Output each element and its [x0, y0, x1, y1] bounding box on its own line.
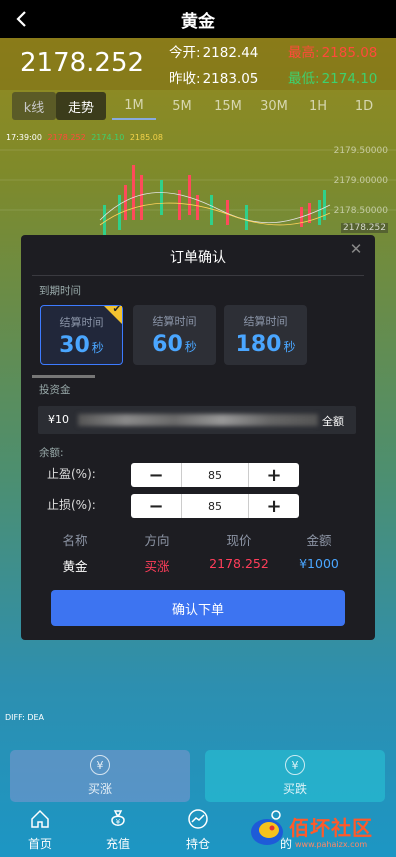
stop-loss-label: 止损(%):: [47, 498, 96, 512]
plus-button[interactable]: +: [249, 494, 299, 518]
order-name: 黄金: [62, 559, 88, 574]
balance-label: 余额:: [39, 447, 64, 459]
low-stat: 最低: 2174.10: [288, 71, 378, 87]
prev-close-stat: 昨收: 2183.05: [169, 71, 259, 87]
order-direction: 买涨: [144, 559, 170, 574]
buy-down-button[interactable]: ¥ 买跌: [205, 750, 385, 802]
top-bar: 黄金: [0, 0, 396, 38]
tab-30m[interactable]: 30M: [252, 92, 296, 120]
all-amount-button[interactable]: 全额: [322, 413, 344, 429]
col-header-amount: 金额: [306, 533, 332, 548]
svg-text:¥: ¥: [116, 818, 121, 826]
confirm-order-button[interactable]: 确认下单: [51, 590, 345, 626]
amount-label: 投资金: [39, 384, 71, 396]
back-arrow-icon[interactable]: [8, 6, 34, 32]
expiry-option-30[interactable]: 结算时间 30 秒 ✔: [40, 304, 123, 365]
high-stat: 最高: 2185.08: [288, 45, 378, 61]
chart-icon: [188, 809, 208, 829]
watermark-icon: [251, 819, 283, 845]
price-panel: 2178.252 今开: 2182.44 最高: 2185.08 昨收: 2183.0…: [0, 38, 396, 90]
order-amount: ¥1000: [299, 556, 339, 571]
nav-deposit[interactable]: ¥ 充值: [88, 808, 148, 856]
blurred-value: [78, 414, 318, 426]
yen-icon: ¥: [90, 755, 110, 775]
chart-info-line: 17:39:00 2178.252 2174.10 2185.08: [6, 133, 163, 142]
price-chart: 2179.50000 2179.00000 2178.50000 2178.25…: [0, 125, 396, 245]
minus-button[interactable]: −: [131, 463, 181, 487]
money-bag-icon: ¥: [111, 810, 125, 826]
divider: [32, 275, 364, 276]
col-header-price: 现价: [226, 533, 252, 548]
take-profit-label: 止盈(%):: [47, 467, 96, 481]
page-title: 黄金: [181, 11, 215, 32]
diff-indicator: DIFF: DEA: [5, 713, 45, 722]
expiry-option-180[interactable]: 结算时间 180 秒: [224, 305, 307, 365]
take-profit-stepper: − 85 +: [131, 463, 299, 487]
stop-loss-value[interactable]: 85: [181, 494, 249, 518]
take-profit-value[interactable]: 85: [181, 463, 249, 487]
progress-indicator: [32, 375, 95, 378]
nav-positions[interactable]: 持仓: [168, 808, 228, 856]
tab-kline[interactable]: k线: [12, 92, 56, 120]
check-icon: ✔: [112, 304, 121, 315]
minus-button[interactable]: −: [131, 494, 181, 518]
tab-trend[interactable]: 走势: [56, 92, 106, 120]
tab-5m[interactable]: 5M: [160, 92, 204, 120]
period-tabs: k线 走势 1M 5M 15M 30M 1H 1D: [8, 92, 394, 122]
tab-1h[interactable]: 1H: [298, 92, 338, 120]
dialog-title: 订单确认: [170, 250, 226, 266]
tab-1m[interactable]: 1M: [112, 92, 156, 120]
col-header-name: 名称: [62, 533, 88, 548]
nav-home[interactable]: 首页: [10, 808, 70, 856]
open-stat: 今开: 2182.44: [169, 45, 259, 61]
axis-label: 2179.00000: [333, 176, 388, 186]
tab-1d[interactable]: 1D: [344, 92, 384, 120]
home-icon: [31, 809, 49, 828]
buy-up-button[interactable]: ¥ 买涨: [10, 750, 190, 802]
current-price: 2178.252: [20, 48, 145, 78]
amount-input[interactable]: ¥10 全额: [38, 406, 356, 434]
yen-icon: ¥: [285, 755, 305, 775]
expiry-option-60[interactable]: 结算时间 60 秒: [133, 305, 216, 365]
expiry-label: 到期时间: [39, 285, 81, 297]
order-price: 2178.252: [209, 556, 269, 571]
axis-label: 2179.50000: [333, 146, 388, 156]
axis-label-current: 2178.252: [341, 223, 388, 233]
col-header-direction: 方向: [144, 533, 170, 548]
stop-loss-stepper: − 85 +: [131, 494, 299, 518]
tab-15m[interactable]: 15M: [206, 92, 250, 120]
close-icon[interactable]: ✕: [348, 240, 364, 258]
order-confirm-dialog: 订单确认 ✕ 到期时间 结算时间 30 秒 ✔ 结算时间 60 秒 结算时间 180…: [21, 235, 375, 640]
watermark-logo: 佰坏社区 www.pahaizx.com: [247, 810, 392, 854]
axis-label: 2178.50000: [333, 206, 388, 216]
plus-button[interactable]: +: [249, 463, 299, 487]
